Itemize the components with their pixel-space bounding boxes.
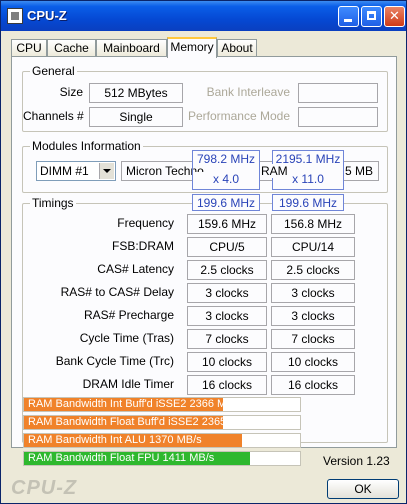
general-label: General bbox=[30, 64, 77, 78]
modules-group: Modules Information DIMM #1 Micron Techn… bbox=[22, 139, 388, 193]
timing-value-2: 16 clocks bbox=[271, 375, 355, 395]
maximize-button[interactable] bbox=[361, 6, 382, 27]
memory-panel: General Size 512 MBytes Channels # Singl… bbox=[11, 56, 397, 448]
cpuz-window: CPU-Z ✕ CPU Cache Mainboard Memory About… bbox=[0, 0, 407, 504]
window-title: CPU-Z bbox=[27, 8, 67, 23]
channels-label: Channels # bbox=[23, 109, 84, 123]
bandwidth-bar-text: RAM Bandwidth Int ALU 1370 MB/s bbox=[28, 434, 202, 446]
timing-value-2: 10 clocks bbox=[271, 352, 355, 372]
timing-value-1: 16 clocks bbox=[187, 375, 267, 395]
timing-label: DRAM Idle Timer bbox=[82, 377, 174, 391]
timing-value-1: 10 clocks bbox=[187, 352, 267, 372]
title-bar[interactable]: CPU-Z ✕ bbox=[1, 1, 406, 31]
timing-value-2: 7 clocks bbox=[271, 329, 355, 349]
timing-value-1: 159.6 MHz bbox=[187, 214, 267, 234]
bandwidth-bar: RAM Bandwidth Int ALU 1370 MB/s bbox=[23, 433, 301, 448]
timing-label: RAS# Precharge bbox=[83, 308, 174, 322]
performance-mode-label: Performance Mode bbox=[187, 109, 290, 123]
timings-header-1: 199.6 MHz bbox=[193, 196, 259, 210]
chevron-down-icon[interactable] bbox=[99, 163, 114, 179]
dimm-slot-value: DIMM #1 bbox=[40, 164, 89, 178]
timing-label: RAS# to CAS# Delay bbox=[60, 285, 174, 299]
ram-fragment: RAM bbox=[261, 164, 288, 178]
timing-value-2: CPU/14 bbox=[271, 237, 355, 257]
channels-value: Single bbox=[89, 107, 183, 127]
size-value: 512 MBytes bbox=[89, 83, 183, 103]
tab-memory[interactable]: Memory bbox=[167, 37, 217, 58]
bandwidth-bar: RAM Bandwidth Float FPU 1411 MB/s bbox=[23, 451, 301, 466]
timing-value-1: CPU/5 bbox=[187, 237, 267, 257]
timing-label: Frequency bbox=[117, 216, 174, 230]
bandwidth-bar: RAM Bandwidth Float Buff'd iSSE2 2365 MB… bbox=[23, 415, 301, 430]
bank-interleave-label: Bank Interleave bbox=[206, 85, 290, 99]
bandwidth-bar-text: RAM Bandwidth Int Buff'd iSSE2 2366 MB/s bbox=[28, 398, 243, 410]
timing-value-2: 2.5 clocks bbox=[271, 260, 355, 280]
timing-value-1: 7 clocks bbox=[187, 329, 267, 349]
tab-cache[interactable]: Cache bbox=[47, 39, 96, 57]
bank-interleave-value bbox=[298, 83, 378, 103]
dimm-slot-select[interactable]: DIMM #1 bbox=[36, 161, 116, 181]
timing-value-2: 156.8 MHz bbox=[271, 214, 355, 234]
performance-mode-value bbox=[298, 107, 378, 127]
timing-value-1: 3 clocks bbox=[187, 283, 267, 303]
timing-label: Cycle Time (Tras) bbox=[79, 331, 174, 345]
timing-value-2: 3 clocks bbox=[271, 283, 355, 303]
bandwidth-bar-text: RAM Bandwidth Float FPU 1411 MB/s bbox=[28, 452, 215, 464]
minimize-button[interactable] bbox=[338, 6, 359, 27]
tab-cpu[interactable]: CPU bbox=[11, 39, 47, 57]
timing-value-1: 3 clocks bbox=[187, 306, 267, 326]
app-icon bbox=[7, 8, 23, 24]
ok-button[interactable]: OK bbox=[327, 479, 399, 499]
timings-header-2: 199.6 MHz bbox=[273, 196, 343, 210]
timing-label: Bank Cycle Time (Trc) bbox=[55, 354, 174, 368]
timing-value-2: 3 clocks bbox=[271, 306, 355, 326]
size-fragment: 5 MB bbox=[345, 164, 377, 178]
version-label: Version 1.23 bbox=[323, 454, 390, 468]
bandwidth-bar-text: RAM Bandwidth Float Buff'd iSSE2 2365 MB… bbox=[28, 416, 255, 428]
close-button[interactable]: ✕ bbox=[384, 6, 405, 27]
tab-about[interactable]: About bbox=[217, 39, 257, 57]
overlay-mult-1: x 4.0 bbox=[193, 172, 259, 187]
general-group: General Size 512 MBytes Channels # Singl… bbox=[22, 64, 388, 132]
modules-label: Modules Information bbox=[30, 139, 143, 153]
timing-label: FSB:DRAM bbox=[111, 239, 174, 253]
timing-value-1: 2.5 clocks bbox=[187, 260, 267, 280]
brand-logo-text: CPU-Z bbox=[11, 477, 78, 499]
size-label: Size bbox=[59, 85, 83, 99]
bandwidth-bar: RAM Bandwidth Int Buff'd iSSE2 2366 MB/s bbox=[23, 397, 301, 412]
tab-mainboard[interactable]: Mainboard bbox=[96, 39, 167, 57]
timing-label: CAS# Latency bbox=[97, 262, 174, 276]
timings-label: Timings bbox=[30, 196, 76, 210]
overlay-clock-1: 798.2 MHz bbox=[193, 152, 259, 167]
